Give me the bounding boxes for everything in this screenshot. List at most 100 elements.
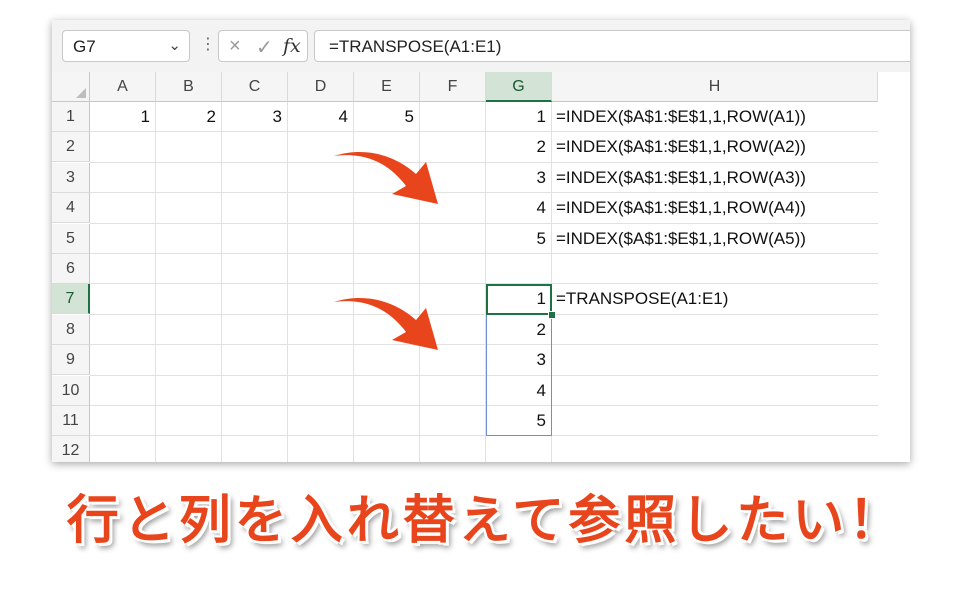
row-header-3[interactable]: 3 bbox=[52, 162, 90, 193]
cell-b12[interactable] bbox=[156, 436, 222, 462]
cell-g12[interactable] bbox=[486, 436, 552, 462]
cell-b5[interactable] bbox=[156, 223, 222, 254]
row-header-1[interactable]: 1 bbox=[52, 102, 90, 132]
row-header-12[interactable]: 12 bbox=[52, 436, 90, 462]
cell-a3[interactable] bbox=[90, 162, 156, 194]
cell-f6[interactable] bbox=[420, 254, 486, 285]
cell-h8[interactable] bbox=[552, 315, 878, 346]
cell-c4[interactable] bbox=[222, 193, 288, 224]
cell-f10[interactable] bbox=[420, 375, 486, 406]
cell-e10[interactable] bbox=[354, 375, 420, 406]
cell-g3[interactable]: 3 bbox=[486, 162, 552, 194]
cell-a6[interactable] bbox=[90, 254, 156, 285]
row-header-6[interactable]: 6 bbox=[52, 254, 90, 284]
cell-b10[interactable] bbox=[156, 375, 222, 406]
cell-a4[interactable] bbox=[90, 193, 156, 224]
row-header-4[interactable]: 4 bbox=[52, 193, 90, 224]
cell-d12[interactable] bbox=[288, 436, 354, 462]
cell-g6[interactable] bbox=[486, 254, 552, 285]
cell-f11[interactable] bbox=[420, 406, 486, 437]
cell-f12[interactable] bbox=[420, 436, 486, 462]
cell-c5[interactable] bbox=[222, 223, 288, 254]
column-header-e[interactable]: E bbox=[354, 72, 420, 102]
row-header-7[interactable]: 7 bbox=[52, 284, 90, 315]
cell-g5[interactable]: 5 bbox=[486, 223, 552, 254]
cell-c1[interactable]: 3 bbox=[222, 102, 288, 133]
row-header-9[interactable]: 9 bbox=[52, 345, 90, 376]
column-header-g[interactable]: G bbox=[486, 72, 552, 102]
select-all-corner[interactable] bbox=[52, 72, 90, 102]
name-box[interactable]: G7 ⌄ bbox=[62, 30, 190, 62]
column-header-b[interactable]: B bbox=[156, 72, 222, 102]
cell-b6[interactable] bbox=[156, 254, 222, 285]
cell-d10[interactable] bbox=[288, 375, 354, 406]
cell-a9[interactable] bbox=[90, 345, 156, 376]
column-header-d[interactable]: D bbox=[288, 72, 354, 102]
cell-a11[interactable] bbox=[90, 406, 156, 437]
cell-a2[interactable] bbox=[90, 132, 156, 163]
cell-a10[interactable] bbox=[90, 375, 156, 406]
cell-b8[interactable] bbox=[156, 314, 222, 346]
cell-h1[interactable]: =INDEX($A$1:$E$1,1,ROW(A1)) bbox=[552, 102, 878, 133]
cell-g2[interactable]: 2 bbox=[486, 132, 552, 163]
cell-c11[interactable] bbox=[222, 406, 288, 437]
fill-handle[interactable] bbox=[548, 310, 556, 319]
formula-input[interactable]: =TRANSPOSE(A1:E1) bbox=[314, 30, 910, 62]
cell-f1[interactable] bbox=[420, 102, 486, 133]
row-header-11[interactable]: 11 bbox=[52, 406, 90, 436]
cell-b9[interactable] bbox=[156, 345, 222, 376]
cell-g1[interactable]: 1 bbox=[486, 102, 552, 133]
column-header-h[interactable]: H bbox=[552, 72, 878, 102]
column-header-a[interactable]: A bbox=[90, 72, 156, 102]
cell-h10[interactable] bbox=[552, 376, 878, 406]
cell-g4[interactable]: 4 bbox=[486, 193, 552, 224]
cancel-icon[interactable]: × bbox=[229, 35, 241, 58]
cell-d6[interactable] bbox=[288, 254, 354, 285]
cell-c9[interactable] bbox=[222, 345, 288, 376]
row-header-10[interactable]: 10 bbox=[52, 375, 90, 406]
cell-h3[interactable]: =INDEX($A$1:$E$1,1,ROW(A3)) bbox=[552, 163, 878, 194]
cell-a12[interactable] bbox=[90, 436, 156, 462]
column-header-c[interactable]: C bbox=[222, 72, 288, 102]
cell-a7[interactable] bbox=[90, 284, 156, 315]
cell-c10[interactable] bbox=[222, 375, 288, 406]
cell-h12[interactable] bbox=[552, 436, 878, 462]
cell-h2[interactable]: =INDEX($A$1:$E$1,1,ROW(A2)) bbox=[552, 132, 878, 163]
cell-c2[interactable] bbox=[222, 132, 288, 163]
cell-c6[interactable] bbox=[222, 254, 288, 285]
cell-c8[interactable] bbox=[222, 314, 288, 346]
row-header-5[interactable]: 5 bbox=[52, 223, 90, 254]
formula-text: =TRANSPOSE(A1:E1) bbox=[329, 37, 502, 56]
cell-e12[interactable] bbox=[354, 436, 420, 462]
cell-b1[interactable]: 2 bbox=[156, 102, 222, 133]
cell-h6[interactable] bbox=[552, 254, 878, 285]
cell-b4[interactable] bbox=[156, 193, 222, 224]
chevron-down-icon[interactable]: ⌄ bbox=[168, 36, 181, 54]
cell-h5[interactable]: =INDEX($A$1:$E$1,1,ROW(A5)) bbox=[552, 224, 878, 254]
cell-e1[interactable]: 5 bbox=[354, 102, 420, 133]
insert-function-icon[interactable]: fx bbox=[283, 35, 301, 57]
cell-b2[interactable] bbox=[156, 132, 222, 163]
cell-d11[interactable] bbox=[288, 406, 354, 437]
cell-a1[interactable]: 1 bbox=[90, 102, 156, 133]
cell-a5[interactable] bbox=[90, 223, 156, 254]
cell-b11[interactable] bbox=[156, 406, 222, 437]
row-header-8[interactable]: 8 bbox=[52, 314, 90, 345]
confirm-icon[interactable]: ✓ bbox=[256, 35, 273, 60]
cell-h11[interactable] bbox=[552, 406, 878, 437]
cell-c12[interactable] bbox=[222, 436, 288, 462]
cell-d1[interactable]: 4 bbox=[288, 102, 354, 133]
cell-e6[interactable] bbox=[354, 254, 420, 285]
cell-h4[interactable]: =INDEX($A$1:$E$1,1,ROW(A4)) bbox=[552, 193, 878, 224]
row-header-2[interactable]: 2 bbox=[52, 132, 90, 163]
cell-h7[interactable]: =TRANSPOSE(A1:E1) bbox=[552, 284, 878, 315]
cell-b3[interactable] bbox=[156, 162, 222, 194]
cell-h9[interactable] bbox=[552, 345, 878, 376]
more-options-icon[interactable]: ⋮ bbox=[200, 34, 216, 54]
cell-e11[interactable] bbox=[354, 406, 420, 437]
column-header-f[interactable]: F bbox=[420, 72, 486, 102]
cell-b7[interactable] bbox=[156, 284, 222, 315]
cell-a8[interactable] bbox=[90, 314, 156, 346]
cell-c7[interactable] bbox=[222, 284, 288, 315]
cell-c3[interactable] bbox=[222, 162, 288, 194]
